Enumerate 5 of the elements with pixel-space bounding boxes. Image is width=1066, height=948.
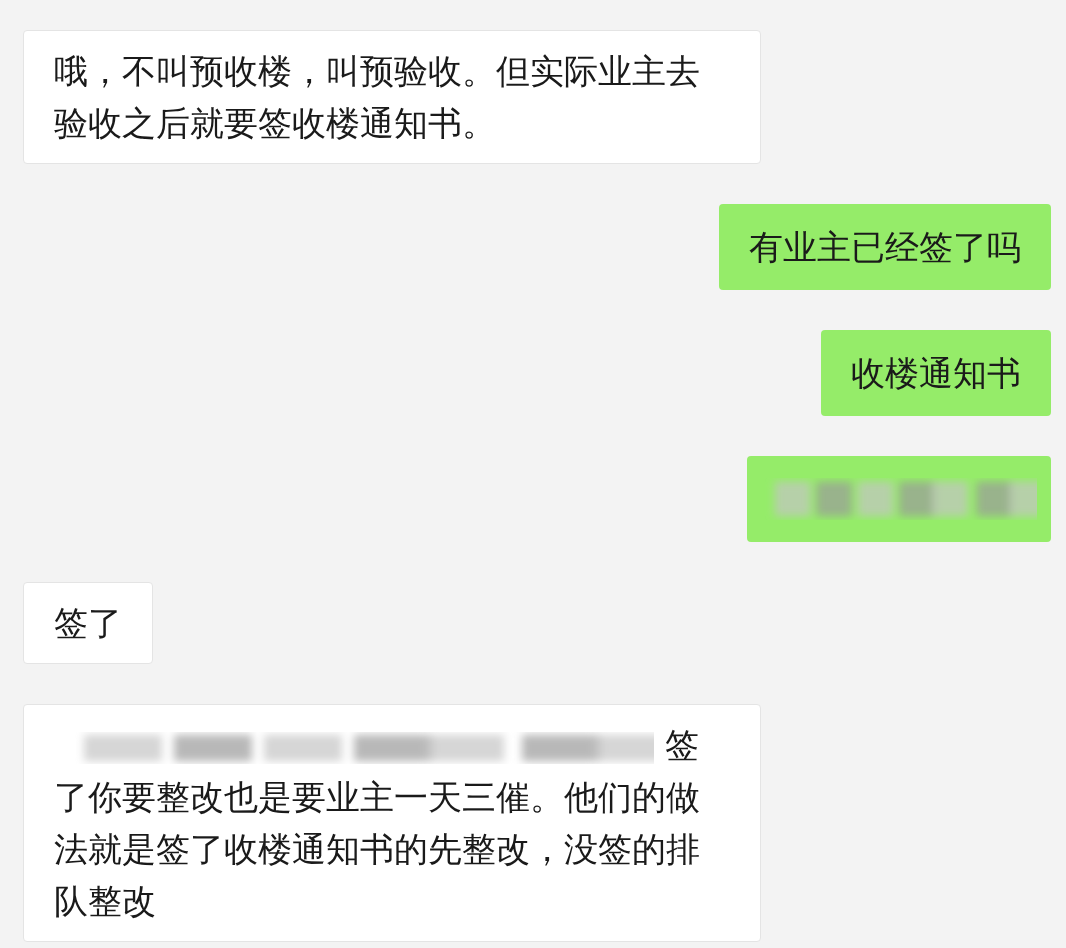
message-bubble: 签了 (23, 582, 153, 664)
message-bubble: 哦，不叫预收楼，叫预验收。但实际业主去验收之后就要签收楼通知书。 (23, 30, 761, 164)
message-bubble: 签了你要整改也是要业主一天三催。他们的做法就是签了收楼通知书的先整改，没签的排队整改 (23, 704, 761, 942)
message-bubble: 收楼通知书 (821, 330, 1051, 416)
message-bubble: 有业主已经签了吗 (719, 204, 1051, 290)
